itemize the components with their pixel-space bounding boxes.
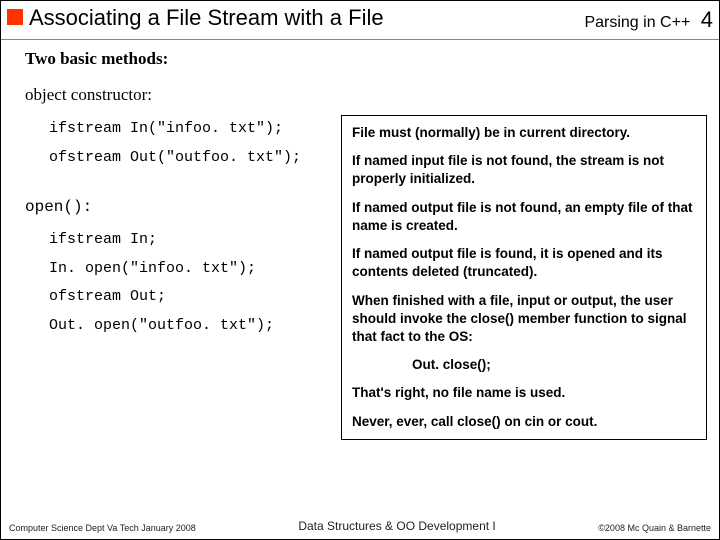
box-line: That's right, no file name is used. — [352, 384, 696, 402]
bullet-icon — [7, 9, 23, 25]
box-line: If named output file is not found, an em… — [352, 199, 696, 235]
footer-mid: Data Structures & OO Development I — [298, 519, 495, 533]
context-label: Parsing in C++ — [584, 14, 690, 31]
code-line: ofstream Out; — [49, 283, 325, 312]
code-block-open: ifstream In; In. open("infoo. txt"); ofs… — [49, 226, 325, 340]
page-number: 4 — [701, 7, 713, 32]
slide: Associating a File Stream with a File Pa… — [0, 0, 720, 540]
box-line: If named output file is found, it is ope… — [352, 245, 696, 281]
header: Associating a File Stream with a File Pa… — [7, 5, 713, 33]
code-line: In. open("infoo. txt"); — [49, 255, 325, 284]
header-right: Parsing in C++ 4 — [584, 7, 713, 33]
two-basic-methods: Two basic methods: — [25, 49, 707, 69]
box-code-line: Out. close(); — [412, 356, 696, 374]
box-line: File must (normally) be in current direc… — [352, 124, 696, 142]
box-line: When finished with a file, input or outp… — [352, 292, 696, 347]
box-line: Never, ever, call close() on cin or cout… — [352, 413, 696, 431]
footer: Computer Science Dept Va Tech January 20… — [9, 519, 711, 533]
code-line: ofstream Out("outfoo. txt"); — [49, 144, 325, 173]
box-line: If named input file is not found, the st… — [352, 152, 696, 188]
code-block-constructor: ifstream In("infoo. txt"); ofstream Out(… — [49, 115, 325, 172]
content: Two basic methods: object constructor: i… — [25, 49, 707, 495]
footer-left: Computer Science Dept Va Tech January 20… — [9, 523, 196, 533]
page-title: Associating a File Stream with a File — [29, 5, 584, 31]
open-label: open(): — [25, 198, 325, 216]
left-column: ifstream In("infoo. txt"); ofstream Out(… — [25, 115, 325, 440]
right-column: File must (normally) be in current direc… — [341, 115, 707, 440]
footer-right: ©2008 Mc Quain & Barnette — [598, 523, 711, 533]
columns: ifstream In("infoo. txt"); ofstream Out(… — [25, 115, 707, 440]
divider — [1, 39, 719, 40]
code-line: Out. open("outfoo. txt"); — [49, 312, 325, 341]
info-box: File must (normally) be in current direc… — [341, 115, 707, 440]
object-constructor-label: object constructor: — [25, 85, 707, 105]
code-line: ifstream In; — [49, 226, 325, 255]
code-line: ifstream In("infoo. txt"); — [49, 115, 325, 144]
